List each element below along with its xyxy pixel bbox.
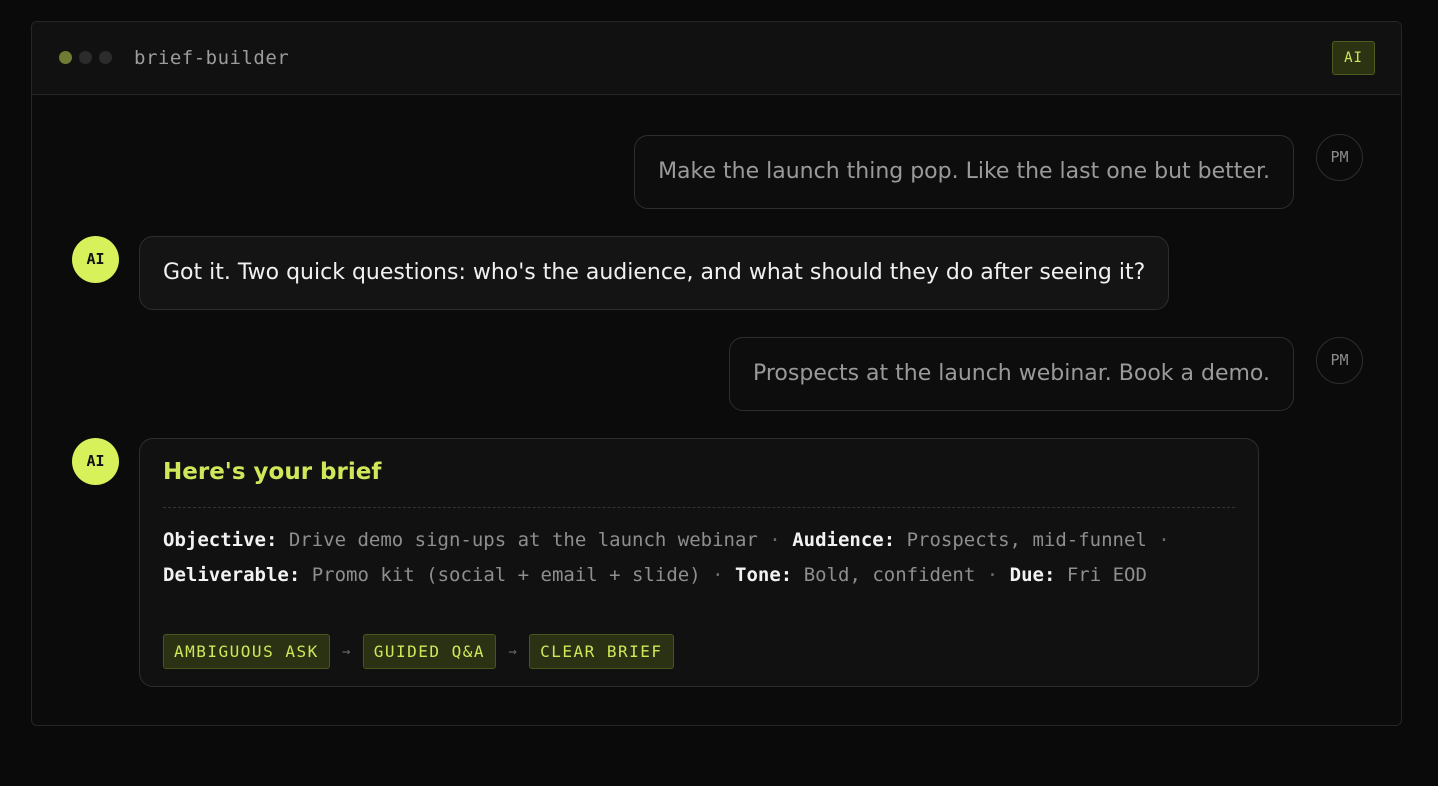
brief-fields: Objective: Drive demo sign-ups at the la… xyxy=(163,523,1203,592)
pm-avatar: PM xyxy=(1316,337,1363,384)
brief-card: Here's your brief Objective: Drive demo … xyxy=(139,438,1259,687)
flow-tags: AMBIGUOUS ASK → GUIDED Q&A → CLEAR BRIEF xyxy=(163,634,674,669)
brief-title: Here's your brief xyxy=(163,459,382,485)
field-label-objective: Objective: xyxy=(163,529,278,551)
field-separator: · xyxy=(1158,529,1170,551)
field-value-due: Fri EOD xyxy=(1066,563,1147,586)
window-dot-maximize[interactable] xyxy=(99,51,112,64)
field-value-objective: Drive demo sign-ups at the launch webina… xyxy=(288,529,758,551)
app-window: brief-builder AI Make the launch thing p… xyxy=(31,21,1402,726)
field-value-deliverable: Promo kit (social + email + slide) xyxy=(311,563,701,586)
field-separator: · xyxy=(712,563,724,586)
ai-badge: AI xyxy=(1332,41,1375,75)
ai-avatar: AI xyxy=(72,438,119,485)
field-label-tone: Tone: xyxy=(735,563,793,586)
flow-tag-ambiguous-ask: AMBIGUOUS ASK xyxy=(163,634,330,669)
field-label-deliverable: Deliverable: xyxy=(163,563,301,586)
field-separator: · xyxy=(986,563,999,586)
user-message: Make the launch thing pop. Like the last… xyxy=(634,135,1294,209)
window-dot-minimize[interactable] xyxy=(79,51,92,64)
field-label-audience: Audience: xyxy=(792,529,896,551)
field-separator: · xyxy=(769,529,781,551)
message-text: Got it. Two quick questions: who's the a… xyxy=(163,260,1146,285)
arrow-right-icon: → xyxy=(342,643,351,660)
message-text: Make the launch thing pop. Like the last… xyxy=(658,159,1270,184)
title-bar: brief-builder AI xyxy=(32,22,1401,95)
field-value-audience: Prospects, mid-funnel xyxy=(906,529,1147,551)
ai-message: Got it. Two quick questions: who's the a… xyxy=(139,236,1170,310)
app-title: brief-builder xyxy=(134,47,290,69)
field-label-due: Due: xyxy=(1009,563,1056,586)
ai-avatar: AI xyxy=(72,236,119,283)
flow-tag-guided-qa: GUIDED Q&A xyxy=(362,634,497,669)
brief-divider xyxy=(163,507,1235,508)
window-dot-close[interactable] xyxy=(59,51,72,64)
arrow-right-icon: → xyxy=(508,643,517,660)
user-message: Prospects at the launch webinar. Book a … xyxy=(728,337,1294,411)
window-controls xyxy=(59,51,112,64)
pm-avatar: PM xyxy=(1316,134,1363,181)
flow-tag-clear-brief: CLEAR BRIEF xyxy=(529,634,674,669)
message-text: Prospects at the launch webinar. Book a … xyxy=(752,361,1270,386)
field-value-tone: Bold, confident xyxy=(803,563,976,586)
